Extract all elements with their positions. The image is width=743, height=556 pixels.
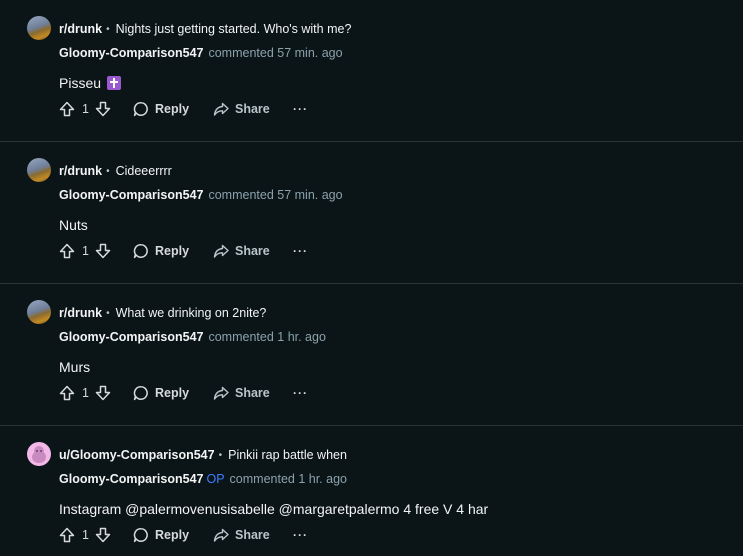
more-options-icon[interactable]: ···: [293, 242, 308, 260]
downvote-icon[interactable]: [95, 384, 111, 402]
more-options-icon[interactable]: ···: [293, 100, 308, 118]
subreddit-avatar[interactable]: [27, 16, 51, 40]
op-badge: OP: [206, 472, 225, 486]
comment-body: Instagram @palermovenusisabelle @margare…: [59, 501, 488, 517]
latin-cross-emoji-icon: [107, 76, 122, 90]
comment-body: Murs: [59, 359, 90, 375]
share-arrow-icon: [213, 244, 229, 258]
share-label: Share: [235, 386, 270, 400]
share-label: Share: [235, 244, 270, 258]
reply-label: Reply: [155, 102, 190, 116]
snoo-avatar-icon: [32, 446, 46, 463]
comment-card[interactable]: u/Gloomy-Comparison547 • Pinkii rap battle…: [0, 426, 743, 556]
comment-bubble-icon: [133, 528, 148, 543]
comment-card[interactable]: r/drunk • Nights just getting started. Who…: [0, 0, 743, 142]
comment-context: u/Gloomy-Comparison547 • Pinkii rap battle…: [59, 448, 347, 462]
separator-dot: •: [106, 308, 110, 319]
comment-body: Pisseu: [59, 75, 122, 91]
vote-count: 1: [82, 102, 89, 116]
upvote-icon[interactable]: [59, 242, 75, 260]
user-avatar[interactable]: [27, 442, 51, 466]
comment-body: Nuts: [59, 217, 88, 233]
post-title[interactable]: Nights just getting started. Who's with …: [116, 22, 352, 36]
upvote-icon[interactable]: [59, 100, 75, 118]
downvote-icon[interactable]: [95, 242, 111, 260]
vote-count: 1: [82, 244, 89, 258]
reply-label: Reply: [155, 386, 190, 400]
author-link[interactable]: Gloomy-Comparison547: [59, 330, 203, 344]
reply-button[interactable]: Reply: [133, 526, 189, 544]
reply-button[interactable]: Reply: [133, 242, 189, 260]
reply-button[interactable]: Reply: [133, 100, 189, 118]
comment-bubble-icon: [133, 386, 148, 401]
separator-dot: •: [106, 24, 110, 35]
comment-timestamp: commented 1 hr. ago: [208, 330, 326, 344]
reply-label: Reply: [155, 528, 190, 542]
share-arrow-icon: [213, 528, 229, 542]
share-label: Share: [235, 528, 270, 542]
share-arrow-icon: [213, 102, 229, 116]
post-title[interactable]: Cideeerrrr: [116, 164, 172, 178]
share-button[interactable]: Share: [213, 242, 270, 260]
comment-context: r/drunk • Nights just getting started. Who…: [59, 22, 351, 36]
share-arrow-icon: [213, 386, 229, 400]
user-profile-link[interactable]: u/Gloomy-Comparison547: [59, 448, 215, 462]
comment-timestamp: commented 57 min. ago: [208, 46, 343, 60]
more-options-icon[interactable]: ···: [293, 384, 308, 402]
comment-bubble-icon: [133, 102, 148, 117]
reply-button[interactable]: Reply: [133, 384, 189, 402]
subreddit-avatar[interactable]: [27, 300, 51, 324]
comment-byline: Gloomy-Comparison547 commented 1 hr. ago: [59, 330, 326, 344]
comment-context: r/drunk • Cideeerrrr: [59, 164, 172, 178]
comment-byline: Gloomy-Comparison547 commented 57 min. ag…: [59, 188, 343, 202]
subreddit-link[interactable]: r/drunk: [59, 22, 102, 36]
comment-card[interactable]: r/drunk • Cideeerrrr Gloomy-Comparison547 c…: [0, 142, 743, 284]
separator-dot: •: [106, 166, 110, 177]
comment-feed: r/drunk • Nights just getting started. Who…: [0, 0, 743, 556]
comment-timestamp: commented 1 hr. ago: [229, 472, 347, 486]
comment-card[interactable]: r/drunk • What we drinking on 2nite? Gloom…: [0, 284, 743, 426]
author-link[interactable]: Gloomy-Comparison547: [59, 188, 203, 202]
share-button[interactable]: Share: [213, 100, 270, 118]
comment-byline: Gloomy-Comparison547 commented 57 min. ag…: [59, 46, 343, 60]
subreddit-link[interactable]: r/drunk: [59, 306, 102, 320]
vote-count: 1: [82, 528, 89, 542]
author-link[interactable]: Gloomy-Comparison547: [59, 472, 203, 486]
vote-count: 1: [82, 386, 89, 400]
subreddit-avatar[interactable]: [27, 158, 51, 182]
separator-dot: •: [218, 450, 223, 461]
post-title[interactable]: What we drinking on 2nite?: [116, 306, 267, 320]
author-link[interactable]: Gloomy-Comparison547: [59, 46, 203, 60]
more-options-icon[interactable]: ···: [293, 526, 308, 544]
downvote-icon[interactable]: [95, 526, 111, 544]
upvote-icon[interactable]: [59, 384, 75, 402]
share-label: Share: [235, 102, 270, 116]
reply-label: Reply: [155, 244, 190, 258]
share-button[interactable]: Share: [213, 384, 270, 402]
comment-body-text: Pisseu: [59, 75, 102, 91]
comment-timestamp: commented 57 min. ago: [208, 188, 343, 202]
comment-body-text: Instagram @palermovenusisabelle @margare…: [59, 501, 489, 517]
comment-body-text: Nuts: [59, 217, 88, 233]
comment-body-text: Murs: [59, 359, 91, 375]
comment-context: r/drunk • What we drinking on 2nite?: [59, 306, 266, 320]
share-button[interactable]: Share: [213, 526, 270, 544]
upvote-icon[interactable]: [59, 526, 75, 544]
comment-byline: Gloomy-Comparison547 OP commented 1 hr. ag…: [59, 472, 347, 486]
post-title[interactable]: Pinkii rap battle when: [228, 448, 347, 462]
downvote-icon[interactable]: [95, 100, 111, 118]
subreddit-link[interactable]: r/drunk: [59, 164, 102, 178]
comment-bubble-icon: [133, 244, 148, 259]
